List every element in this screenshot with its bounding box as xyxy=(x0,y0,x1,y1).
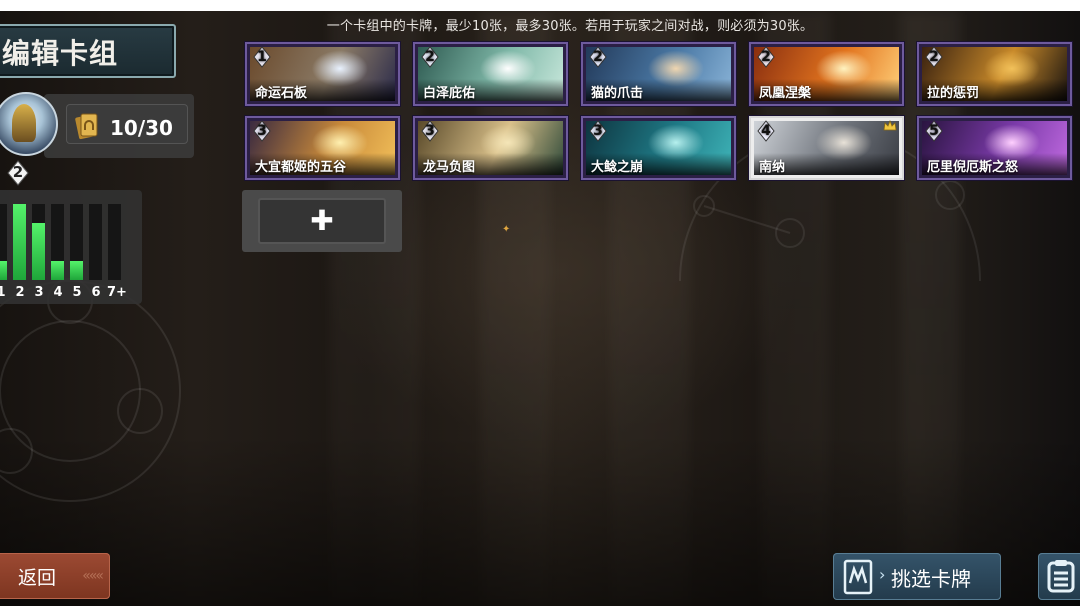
card-name: 厄里倪厄斯之怒 xyxy=(927,160,1019,175)
card-cost-gem: 2 xyxy=(420,46,440,68)
card-cost: 2 xyxy=(761,49,771,65)
card-cost: 2 xyxy=(929,49,939,65)
card-pick-icon xyxy=(843,559,873,595)
card-name: 猫的爪击 xyxy=(591,86,644,101)
mana-curve-bar xyxy=(32,223,45,280)
card-cost-gem: 3 xyxy=(252,120,272,142)
deck-card[interactable]: 3 龙马负图 xyxy=(413,116,568,180)
card-name: 南纳 xyxy=(759,160,786,175)
card-cost-gem: 4 xyxy=(756,120,776,142)
deck-card[interactable]: 2 猫的爪击 xyxy=(581,42,736,106)
hero-cost-gem: 2 xyxy=(6,160,30,186)
card-name: 龙马负图 xyxy=(423,160,476,175)
card-cost: 1 xyxy=(257,49,267,65)
card-name: 大鲶之崩 xyxy=(591,160,644,175)
card-name: 白泽庇佑 xyxy=(423,86,476,101)
mana-curve-bar-track xyxy=(89,204,102,280)
mana-curve-bar xyxy=(70,261,83,280)
card-cost: 2 xyxy=(425,49,435,65)
card-cost: 3 xyxy=(593,123,603,139)
deck-title-panel: 编辑卡组 xyxy=(0,24,176,78)
legendary-crown-icon xyxy=(883,120,897,131)
deck-list-button[interactable] xyxy=(1038,553,1080,600)
deck-title: 编辑卡组 xyxy=(2,37,119,70)
mana-curve-bar xyxy=(13,204,26,280)
deck-card[interactable]: 4 南纳 xyxy=(749,116,904,180)
back-button-label: 返回 xyxy=(18,567,57,589)
mana-curve-label: 7+ xyxy=(107,285,127,300)
plus-icon: ✚ xyxy=(310,204,334,237)
card-cost-gem: 2 xyxy=(756,46,776,68)
card-cost-gem: 5 xyxy=(924,120,944,142)
card-cost: 3 xyxy=(425,123,435,139)
mana-curve-label: 2 xyxy=(15,285,25,300)
card-cost: 5 xyxy=(929,123,939,139)
card-cost-gem: 2 xyxy=(588,46,608,68)
sparkle-particle: ✦ xyxy=(502,224,511,235)
top-white-strip xyxy=(0,0,1080,11)
mana-curve-label: 3 xyxy=(34,285,44,300)
mana-curve-bar-track xyxy=(108,204,121,280)
mana-curve-label: 5 xyxy=(72,285,82,300)
chevron-decoration-icon: ««« xyxy=(82,568,104,584)
pick-cards-label: 挑选卡牌 xyxy=(891,567,971,591)
deck-card[interactable]: 2 凤凰涅槃 xyxy=(749,42,904,106)
deck-card[interactable]: 3 大宜都姬的五谷 xyxy=(245,116,400,180)
card-name: 大宜都姬的五谷 xyxy=(255,160,347,175)
card-stack-icon xyxy=(75,113,98,140)
mana-curve-label: 6 xyxy=(91,285,101,300)
deck-card[interactable]: 1 命运石板 xyxy=(245,42,400,106)
mana-curve-bar xyxy=(0,261,7,280)
card-name: 命运石板 xyxy=(255,86,308,101)
mana-curve-bar-track xyxy=(13,204,26,280)
mana-curve-bar-track xyxy=(51,204,64,280)
mana-curve-bar xyxy=(51,261,64,280)
card-cost-gem: 3 xyxy=(588,120,608,142)
card-count: 10/30 xyxy=(110,116,173,140)
chevron-right-icon: › xyxy=(879,565,886,584)
card-cost: 3 xyxy=(257,123,267,139)
hero-cost-value: 2 xyxy=(12,163,24,181)
card-cost: 2 xyxy=(593,49,603,65)
add-card-button[interactable]: ✚ xyxy=(242,190,402,252)
pick-cards-button[interactable]: › 挑选卡牌 xyxy=(833,553,1001,600)
mana-curve-label: 1 xyxy=(0,285,6,300)
mana-curve-bar-track xyxy=(0,204,7,280)
mana-curve-bar-track xyxy=(32,204,45,280)
back-button[interactable]: 返回 ««« xyxy=(0,553,110,599)
card-cost-gem: 3 xyxy=(420,120,440,142)
mana-curve-bar-track xyxy=(70,204,83,280)
deck-card[interactable]: 2 白泽庇佑 xyxy=(413,42,568,106)
deck-card[interactable]: 2 拉的惩罚 xyxy=(917,42,1072,106)
card-cost-gem: 1 xyxy=(252,46,272,68)
card-cost-gem: 2 xyxy=(924,46,944,68)
card-cost: 4 xyxy=(761,123,771,139)
mana-curve-panel: 1 2 3 4 5 6 7+ xyxy=(0,190,142,304)
card-name: 拉的惩罚 xyxy=(927,86,980,101)
mana-curve-label: 4 xyxy=(53,285,63,300)
deck-card[interactable]: 3 大鲶之崩 xyxy=(581,116,736,180)
card-name: 凤凰涅槃 xyxy=(759,86,812,101)
list-icon xyxy=(1047,560,1075,593)
deck-card[interactable]: 5 厄里倪厄斯之怒 xyxy=(917,116,1072,180)
